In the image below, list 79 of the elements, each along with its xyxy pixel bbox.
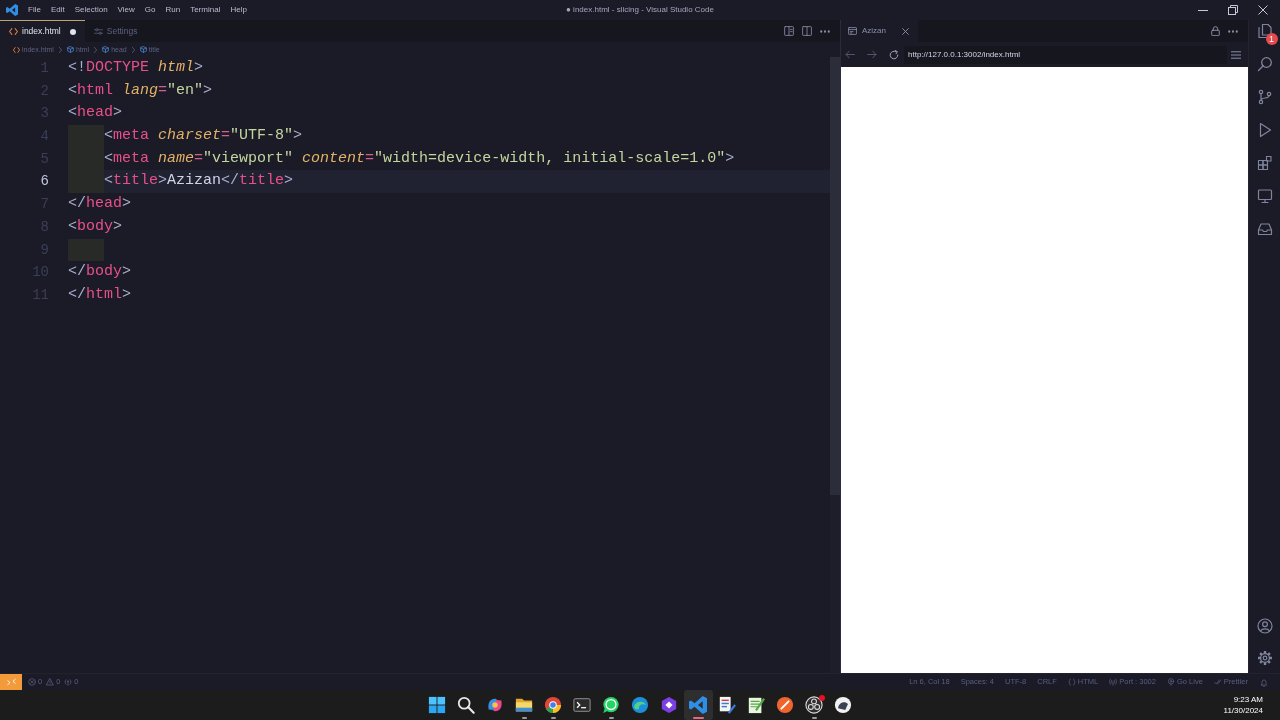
menu-item[interactable]: File	[23, 0, 46, 20]
reload-icon[interactable]	[889, 49, 899, 60]
check-icon	[1213, 678, 1222, 686]
menu-item[interactable]: Edit	[45, 0, 70, 20]
disc-icon[interactable]	[834, 696, 852, 714]
code-line: <head>	[68, 103, 123, 124]
webpage-icon	[848, 27, 857, 35]
error-icon	[28, 678, 36, 686]
code-line: <html lang="en">	[68, 80, 213, 101]
aperture-icon[interactable]	[805, 696, 823, 714]
code-editor-logo-icon	[6, 4, 18, 16]
cube-icon	[66, 46, 74, 53]
chevron-icon	[131, 46, 135, 53]
browser-tab[interactable]: Azizan	[841, 20, 918, 42]
html-file-icon	[9, 28, 18, 35]
menu-item[interactable]: View	[112, 0, 140, 20]
code-line: <body>	[68, 216, 123, 237]
broadcast-icon	[1166, 678, 1175, 686]
hexagon-icon[interactable]	[660, 696, 678, 714]
line-number: 6	[39, 172, 50, 192]
folder-icon[interactable]	[515, 696, 533, 714]
code-line: </html>	[68, 284, 132, 305]
html-file-icon	[13, 46, 20, 53]
code-line: </head>	[68, 194, 132, 215]
antenna-icon	[1109, 678, 1118, 686]
code-editor-icon[interactable]	[689, 696, 707, 714]
cube-icon	[139, 46, 147, 53]
remote-icon	[6, 678, 16, 686]
terminal-icon[interactable]	[573, 696, 591, 714]
account-icon[interactable]	[1256, 618, 1273, 634]
tray-icon[interactable]	[1256, 221, 1273, 237]
code-line: </body>	[68, 262, 132, 283]
branch-icon[interactable]	[1256, 89, 1273, 105]
chat-icon[interactable]	[602, 696, 620, 714]
document-icon[interactable]	[718, 696, 736, 714]
cube-icon	[102, 46, 110, 53]
settings-icon[interactable]	[1256, 650, 1273, 666]
code-line: <meta charset="UTF-8">	[104, 126, 303, 147]
code-line: <!DOCTYPE html>	[68, 58, 204, 78]
search-icon[interactable]	[457, 696, 475, 714]
swirl-icon[interactable]	[486, 696, 504, 714]
clock-date: 11/30/2024	[1223, 705, 1263, 716]
minimize-icon[interactable]	[1198, 9, 1208, 11]
clock-time: 9:23 AM	[1233, 694, 1263, 705]
blocks-icon[interactable]	[1256, 155, 1273, 171]
notification-badge: 1	[1265, 33, 1278, 45]
menu-item[interactable]: Go	[139, 0, 161, 20]
menu-item[interactable]: Selection	[69, 0, 113, 20]
signal-icon	[64, 678, 73, 686]
sliders-icon	[93, 28, 103, 35]
menu-item[interactable]: Terminal	[185, 0, 226, 20]
restore-icon[interactable]	[1228, 5, 1238, 15]
start-icon[interactable]	[428, 696, 446, 714]
menu-item[interactable]: Run	[160, 0, 186, 20]
code-line: <meta name="viewport" content="width=device-width, initial-scale=1.0">	[104, 148, 735, 169]
menu-item[interactable]: Help	[225, 0, 252, 20]
url-field[interactable]: http://127.0.0.1:3002/index.html	[904, 45, 1227, 64]
chevron-icon	[94, 46, 98, 53]
notepad-icon[interactable]	[747, 696, 765, 714]
monitor-icon[interactable]	[1256, 188, 1273, 204]
warning-icon	[46, 678, 55, 686]
editor-tab[interactable]: index.html	[0, 20, 85, 42]
braces-icon	[1067, 678, 1076, 686]
lock-icon[interactable]	[1211, 26, 1220, 36]
menu-icon[interactable]	[1231, 50, 1241, 59]
chevron-icon	[58, 46, 62, 53]
close-icon[interactable]	[902, 27, 909, 35]
more-icon[interactable]	[820, 29, 830, 33]
code-line: <title>Azizan</title>	[104, 171, 294, 192]
slash-icon[interactable]	[776, 696, 794, 714]
more-icon[interactable]	[1228, 29, 1238, 33]
taskbar-button[interactable]	[683, 690, 713, 720]
browser-icon[interactable]	[544, 696, 562, 714]
scrollbar-thumb[interactable]	[830, 57, 840, 495]
wave-icon[interactable]	[631, 696, 649, 714]
window-title: ● index.html - slicing - Visual Studio Code	[566, 6, 714, 14]
split-preview-icon[interactable]	[784, 26, 794, 36]
close-icon[interactable]	[1258, 5, 1268, 15]
split-editor-icon[interactable]	[802, 26, 812, 36]
